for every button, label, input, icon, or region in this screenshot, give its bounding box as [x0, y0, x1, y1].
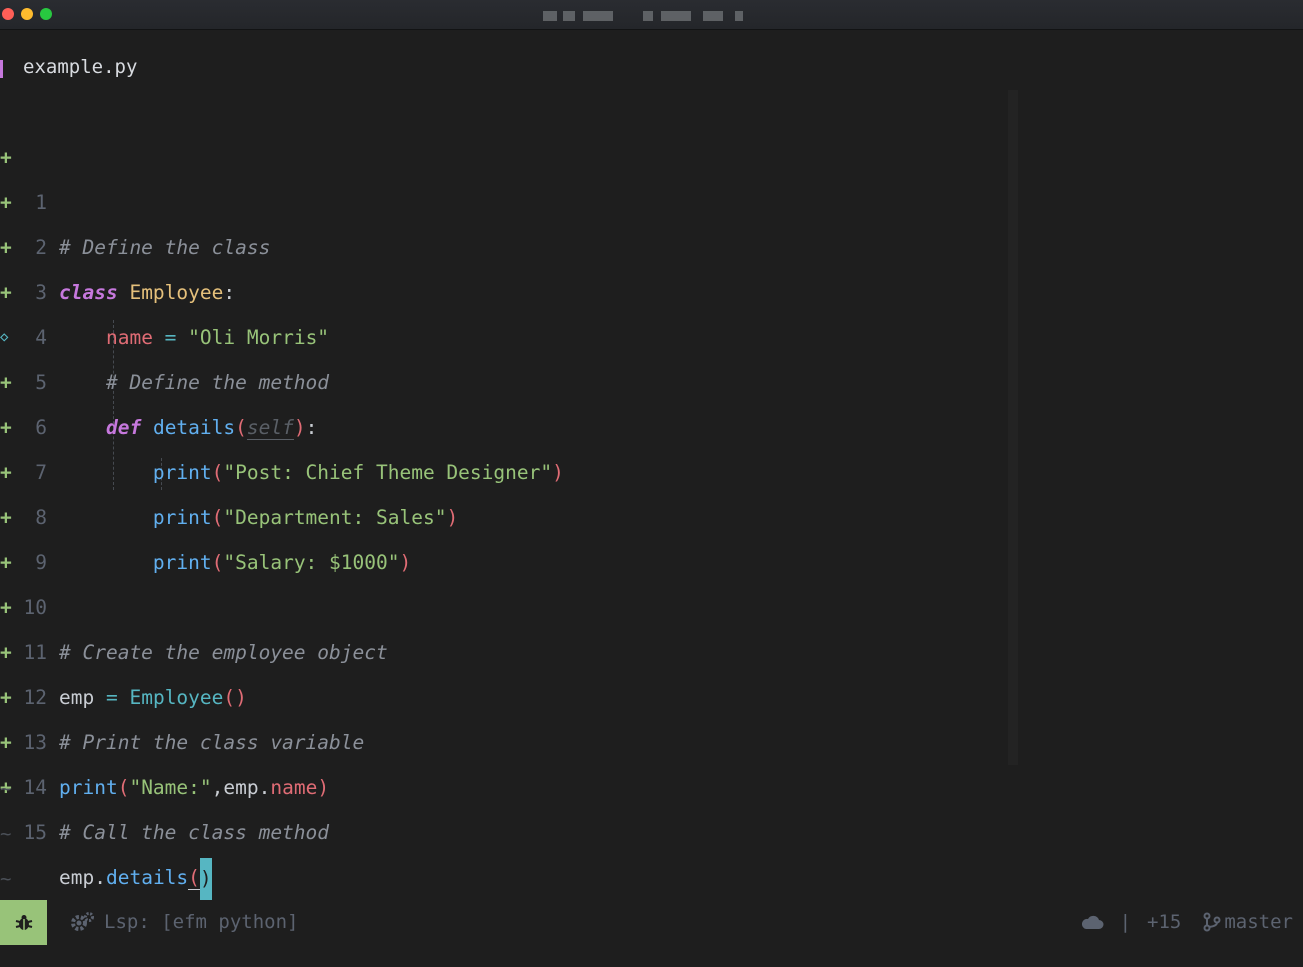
code-line-3[interactable]: + 3 name = "Oli Morris" — [0, 180, 1000, 349]
builtin-print: print — [59, 776, 118, 799]
comma: , — [211, 776, 224, 799]
text-cursor: ) — [199, 857, 212, 900]
comment: # Call the class method — [59, 821, 330, 844]
lsp-status[interactable]: Lsp: [efm python] — [70, 911, 298, 933]
git-diff-added: +15 — [1147, 911, 1182, 933]
code-line-12[interactable]: + 12 # Print the class variable — [0, 585, 1000, 754]
window-title-redacted — [0, 11, 1303, 23]
separator: | — [1119, 911, 1132, 933]
line-number: 15 — [23, 821, 47, 844]
object-ref: emp — [223, 776, 259, 799]
code-line-11[interactable]: + 11 emp = Employee() — [0, 540, 1000, 709]
code-line-1[interactable]: + 1 # Define the class — [0, 90, 1000, 259]
window-titlebar — [0, 0, 1303, 30]
buffer-tab-example-py[interactable]: example.py — [23, 56, 137, 78]
cloud-icon — [1081, 915, 1104, 929]
code-line-6[interactable]: + 6 print("Post: Chief Theme Designer") — [0, 315, 1000, 484]
object-ref: emp — [59, 866, 95, 889]
code-line-4[interactable]: + 4 # Define the method — [0, 225, 1000, 394]
code-line-13[interactable]: + 13 print("Name:",emp.name) — [0, 630, 1000, 799]
string-literal: "Name:" — [129, 776, 212, 799]
code-line-8[interactable]: + 8 print("Salary: $1000") — [0, 405, 1000, 574]
code-line-7[interactable]: + 7 print("Department: Sales") — [0, 360, 1000, 529]
scrollbar-track[interactable] — [1008, 90, 1018, 765]
paren-open: ( — [188, 866, 200, 890]
end-of-buffer-marker: ~ — [0, 868, 12, 890]
git-branch-icon — [1203, 912, 1221, 932]
end-of-buffer-marker: ~ — [0, 823, 12, 845]
method-call: details — [105, 866, 189, 889]
end-of-buffer-marker: ~ — [0, 778, 12, 800]
gears-icon — [71, 912, 94, 931]
dot: . — [258, 776, 271, 799]
dot: . — [94, 866, 106, 889]
git-branch[interactable]: master — [1203, 911, 1293, 933]
active-buffer-marker — [0, 60, 3, 78]
bug-icon — [15, 914, 32, 930]
attribute-name: name — [270, 776, 318, 799]
code-line-2[interactable]: + 2 class Employee: — [0, 135, 1000, 304]
branch-name: master — [1224, 911, 1293, 933]
paren-close: ) — [317, 776, 330, 799]
status-right: | +15 master — [1080, 911, 1293, 933]
mode-indicator — [0, 900, 47, 945]
code-line-10[interactable]: + 10 # Create the employee object — [0, 495, 1000, 664]
code-line-15[interactable]: + 15 emp.details() — [0, 720, 1000, 900]
code-line-9[interactable]: + 9 — [0, 450, 1000, 574]
code-line-5[interactable]: ◇ 5 def details(self): — [0, 270, 1000, 440]
code-line-14[interactable]: + 14 # Call the class method — [0, 675, 1000, 844]
lsp-label: Lsp: [efm python] — [104, 911, 299, 933]
paren-open: ( — [117, 776, 130, 799]
